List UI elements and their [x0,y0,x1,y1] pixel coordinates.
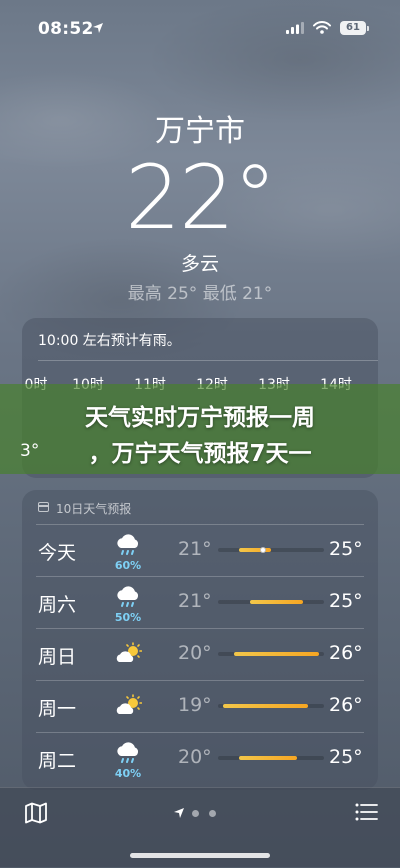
current-condition: 多云 [180,253,219,275]
temperature-range-fill [249,600,303,604]
divider [36,628,364,629]
ten-day-forecast-card[interactable]: 10日天气预报 今天 60% 21° 25° 周六 50% 21° 25° 周日… [22,490,378,790]
day-low-temp: 19° [178,694,212,716]
cellular-signal-icon [286,22,304,34]
current-temperature: 22° [125,146,277,249]
day-high-temp: 26° [329,694,363,716]
day-high-temp: 25° [329,538,363,560]
hourly-summary: 10:00 左右预计有雨。 [38,333,181,349]
forecast-day-row[interactable]: 周日 20° 26° [22,628,378,680]
page-dot[interactable] [192,810,199,817]
day-name: 周六 [38,594,77,616]
temperature-range-bar [218,600,324,604]
temperature-range-fill [239,756,298,760]
current-temp-dot [259,547,266,553]
rain-cloud-icon [117,534,139,555]
location-arrow-icon [174,808,184,818]
calendar-icon [38,502,49,512]
partly-cloudy-icon [116,642,142,662]
day-name: 周一 [38,698,77,720]
precipitation-chance: 40% [114,767,142,780]
divider [36,576,364,577]
rain-cloud-icon [117,586,139,607]
forecast-day-row[interactable]: 周一 19° 26° [22,680,378,732]
precipitation-chance: 50% [114,611,142,624]
divider [38,360,378,361]
forecast-day-row[interactable]: 周六 50% 21° 25° [22,576,378,628]
page-dot[interactable] [209,810,216,817]
divider [36,524,364,525]
divider [36,680,364,681]
day-high-temp: 25° [329,590,363,612]
home-indicator [130,853,270,858]
partly-cloudy-icon [116,694,142,714]
battery-cap [367,26,369,31]
day-name: 周二 [38,750,77,772]
title-overlay-banner: 天气实时万宁预报一周 ，万宁天气预报7天一 [0,384,400,474]
temperature-range-bar [218,652,324,656]
ten-day-title: 10日天气预报 [56,502,132,516]
temperature-range-bar [218,547,324,553]
map-icon[interactable] [24,802,48,824]
city-name: 万宁市 [155,114,245,149]
temperature-range-bar [218,704,324,708]
status-time: 08:52 [38,19,94,39]
day-low-temp: 21° [178,538,212,560]
temperature-range-fill [233,652,319,656]
day-low-temp: 21° [178,590,212,612]
day-low-temp: 20° [178,642,212,664]
day-high-temp: 25° [329,746,363,768]
precipitation-chance: 60% [114,559,142,572]
list-icon[interactable] [354,802,378,822]
hour-temperature: 3° [20,441,40,461]
temperature-range-bar [218,756,324,760]
divider [36,732,364,733]
rain-cloud-icon [117,742,139,763]
day-name: 今天 [38,542,77,564]
day-name: 周日 [38,646,77,668]
location-arrow-icon [93,23,103,33]
forecast-day-row[interactable]: 周二 40% 20° 25° [22,732,378,784]
banner-line-1: 天气实时万宁预报一周 [85,405,315,431]
forecast-day-row[interactable]: 今天 60% 21° 25° [22,524,378,576]
wifi-icon [313,21,331,34]
status-bar: 08:52 61 [0,0,400,54]
banner-line-2: ，万宁天气预报7天一 [88,441,312,467]
day-low-temp: 20° [178,746,212,768]
day-high-temp: 26° [329,642,363,664]
temperature-range-fill [223,704,309,708]
high-low-temperature: 最高 25° 最低 21° [127,284,273,304]
battery-indicator: 61 [340,21,366,35]
temperature-range-fill [239,548,271,552]
